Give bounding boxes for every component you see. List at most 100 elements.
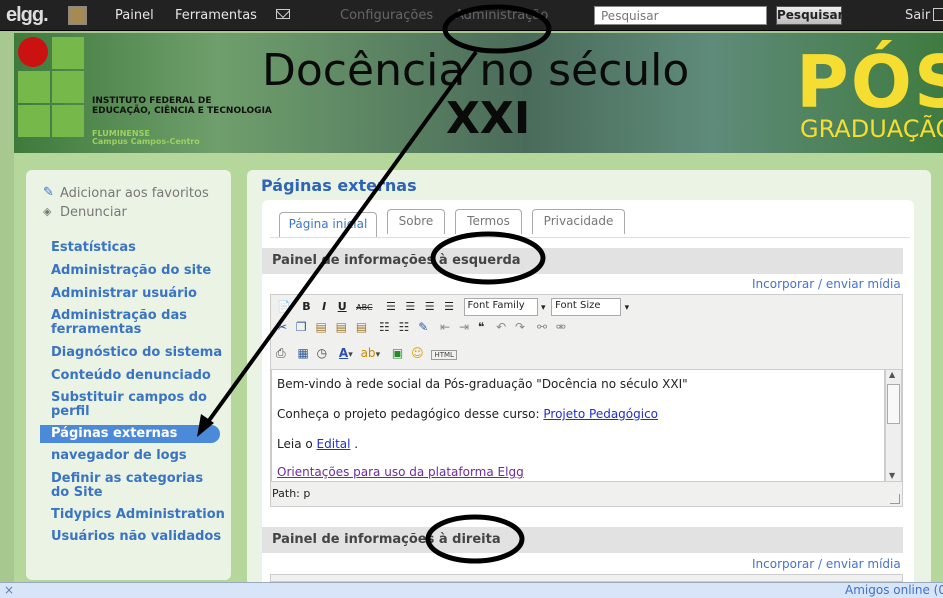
image-icon[interactable]: ▣ bbox=[392, 346, 403, 360]
tab-privacy[interactable]: Privacidade bbox=[532, 209, 625, 234]
graduacao-logo-text: GRADUAÇÃO bbox=[800, 115, 943, 143]
align-right-button[interactable]: ☰ bbox=[425, 300, 435, 313]
embed-media-link[interactable]: Incorporar / enviar mídia bbox=[752, 277, 901, 291]
new-document-icon[interactable]: 📄 bbox=[277, 300, 291, 313]
tab-home[interactable]: Página inicial bbox=[279, 212, 377, 237]
nav-configuracoes[interactable]: Configurações bbox=[340, 8, 433, 23]
sidebar-item-profile-fields[interactable]: Substituir campos do perfil bbox=[51, 391, 211, 419]
unlink-icon[interactable]: ⚮ bbox=[556, 320, 566, 334]
editor-toolbar-row: ✂ ❐ ▤ ▤ ▤ ☷ ☷ ✎ ⇤ ⇥ ❝ ↶ ↷ ⚯ ⚮ bbox=[277, 320, 566, 334]
paste-icon[interactable]: ▤ bbox=[315, 320, 326, 334]
site-banner: INSTITUTO FEDERAL DE EDUCAÇÃO, CIÊNCIA E… bbox=[14, 33, 943, 153]
sidebar-item-site-categories[interactable]: Definir as categorias do Site bbox=[51, 472, 221, 500]
html-source-button[interactable]: HTML bbox=[431, 350, 457, 360]
bullet-list-icon[interactable]: ☷ bbox=[379, 320, 390, 334]
align-justify-button[interactable]: ☰ bbox=[444, 300, 454, 313]
align-left-button[interactable]: ☰ bbox=[386, 300, 396, 313]
indent-icon[interactable]: ⇥ bbox=[459, 320, 469, 334]
banner-title-line2: XXI bbox=[446, 93, 531, 144]
chevron-down-icon[interactable]: ▾ bbox=[541, 303, 546, 313]
report-link[interactable]: Denunciar bbox=[60, 205, 127, 220]
elgg-logo[interactable]: elgg. bbox=[6, 4, 49, 27]
redo-icon[interactable]: ↷ bbox=[515, 320, 525, 334]
chevron-down-icon[interactable]: ▾ bbox=[625, 303, 630, 313]
paste-word-icon[interactable]: ▤ bbox=[356, 320, 367, 334]
strikethrough-button[interactable]: ABC bbox=[356, 303, 372, 312]
user-avatar-icon[interactable] bbox=[68, 6, 87, 25]
close-icon[interactable]: × bbox=[4, 583, 14, 597]
underline-button[interactable]: U bbox=[338, 300, 347, 313]
font-family-select[interactable]: Font Family bbox=[463, 298, 538, 316]
resize-handle-icon[interactable] bbox=[890, 494, 900, 504]
search-button[interactable]: Pesquisar bbox=[776, 6, 843, 25]
nav-painel[interactable]: Painel bbox=[115, 8, 154, 23]
institution-line: EDUCAÇÃO, CIÊNCIA E TECNOLOGIA bbox=[92, 106, 272, 116]
paste-text-icon[interactable]: ▤ bbox=[336, 320, 347, 334]
editor-toolbar-row: ⎙ ▦ ◷ A▾ ab▾ ▣ ☺ HTML bbox=[276, 346, 457, 361]
status-bar bbox=[0, 582, 943, 598]
highlight-color-icon[interactable]: ab bbox=[361, 346, 376, 360]
tab-terms[interactable]: Termos bbox=[455, 209, 522, 234]
banner-title: Docência no século bbox=[262, 45, 690, 96]
print-icon[interactable]: ⎙ bbox=[276, 346, 286, 360]
nav-administracao[interactable]: Administração bbox=[455, 8, 548, 23]
sidebar-item-site-admin[interactable]: Administração do site bbox=[51, 264, 211, 278]
italic-button[interactable]: I bbox=[322, 300, 326, 313]
sidebar-item-unvalidated-users[interactable]: Usuários não validados bbox=[51, 530, 221, 544]
left-panel-heading: Painel de informações à esquerda bbox=[262, 248, 903, 274]
link-icon[interactable]: ⚯ bbox=[537, 320, 547, 334]
blockquote-icon[interactable]: ❝ bbox=[478, 320, 484, 334]
sidebar-item-log-browser[interactable]: navegador de logs bbox=[51, 449, 187, 463]
time-icon[interactable]: ◷ bbox=[317, 346, 327, 360]
favorite-icon[interactable]: ✎ bbox=[43, 185, 54, 200]
scroll-down-icon[interactable]: ▼ bbox=[889, 471, 895, 480]
logout-link[interactable]: Sair bbox=[905, 8, 930, 23]
editor-line: Orientações para uso da plataforma Elgg bbox=[277, 465, 524, 479]
mail-icon[interactable] bbox=[276, 9, 290, 19]
search-input[interactable]: Pesquisar bbox=[594, 6, 767, 25]
sidebar-item-diagnostics[interactable]: Diagnóstico do sistema bbox=[51, 346, 222, 360]
logout-icon[interactable] bbox=[933, 8, 943, 21]
friends-online-link[interactable]: Amigos online (0 bbox=[845, 583, 943, 597]
sidebar-item-tools-admin[interactable]: Administração das ferramentas bbox=[51, 309, 216, 337]
cut-icon[interactable]: ✂ bbox=[277, 320, 287, 334]
chevron-down-icon[interactable]: ▾ bbox=[376, 350, 381, 360]
bold-button[interactable]: B bbox=[302, 300, 310, 313]
logo-block-icon bbox=[52, 105, 84, 137]
editor-toolbar-row: 📄 B I U ABC ☰ ☰ ☰ ☰ Font Family ▾ Font S… bbox=[277, 298, 629, 316]
editor-scroll-thumb[interactable] bbox=[887, 384, 900, 424]
edital-link[interactable]: Edital bbox=[317, 437, 351, 451]
logo-block-icon bbox=[52, 71, 84, 103]
add-favorite-link[interactable]: Adicionar aos favoritos bbox=[60, 186, 209, 201]
sidebar-item-tidypics[interactable]: Tidypics Administration bbox=[51, 508, 225, 522]
undo-icon[interactable]: ↶ bbox=[496, 320, 506, 334]
font-size-select[interactable]: Font Size bbox=[551, 298, 622, 316]
sidebar-item-external-pages[interactable]: Páginas externas bbox=[40, 425, 220, 443]
date-icon[interactable]: ▦ bbox=[297, 346, 308, 360]
sidebar-item-reported-content[interactable]: Conteúdo denunciado bbox=[51, 369, 211, 383]
nav-ferramentas[interactable]: Ferramentas bbox=[175, 8, 257, 23]
institution-line: Campus Campos-Centro bbox=[92, 137, 200, 146]
embed-media-link[interactable]: Incorporar / enviar mídia bbox=[752, 557, 901, 571]
rich-text-editor bbox=[270, 574, 903, 582]
chevron-down-icon[interactable]: ▾ bbox=[348, 350, 353, 360]
editor-text: Conheça o projeto pedagógico desse curso… bbox=[277, 407, 540, 421]
page-title: Páginas externas bbox=[261, 176, 417, 195]
copy-icon[interactable]: ❐ bbox=[296, 320, 307, 334]
numbered-list-icon[interactable]: ☷ bbox=[399, 320, 410, 334]
edit-icon[interactable]: ✎ bbox=[418, 320, 428, 334]
top-navbar: elgg. Painel Ferramentas Configurações A… bbox=[0, 0, 943, 31]
scroll-up-icon[interactable]: ▲ bbox=[889, 370, 895, 379]
text-color-icon[interactable]: A bbox=[339, 346, 348, 360]
sidebar-item-user-admin[interactable]: Administrar usuário bbox=[51, 287, 197, 301]
guidelines-link[interactable]: Orientações para uso da plataforma Elgg bbox=[277, 465, 524, 479]
project-link[interactable]: Projeto Pedagógico bbox=[543, 407, 658, 421]
institution-line: INSTITUTO FEDERAL DE bbox=[92, 96, 212, 106]
outdent-icon[interactable]: ⇤ bbox=[440, 320, 450, 334]
report-icon[interactable]: ◈ bbox=[43, 205, 51, 218]
tab-about[interactable]: Sobre bbox=[387, 209, 445, 234]
sidebar-item-estatisticas[interactable]: Estatísticas bbox=[51, 241, 136, 255]
emoticon-icon[interactable]: ☺ bbox=[411, 346, 424, 360]
align-center-button[interactable]: ☰ bbox=[405, 300, 415, 313]
logo-block-icon bbox=[18, 105, 50, 137]
